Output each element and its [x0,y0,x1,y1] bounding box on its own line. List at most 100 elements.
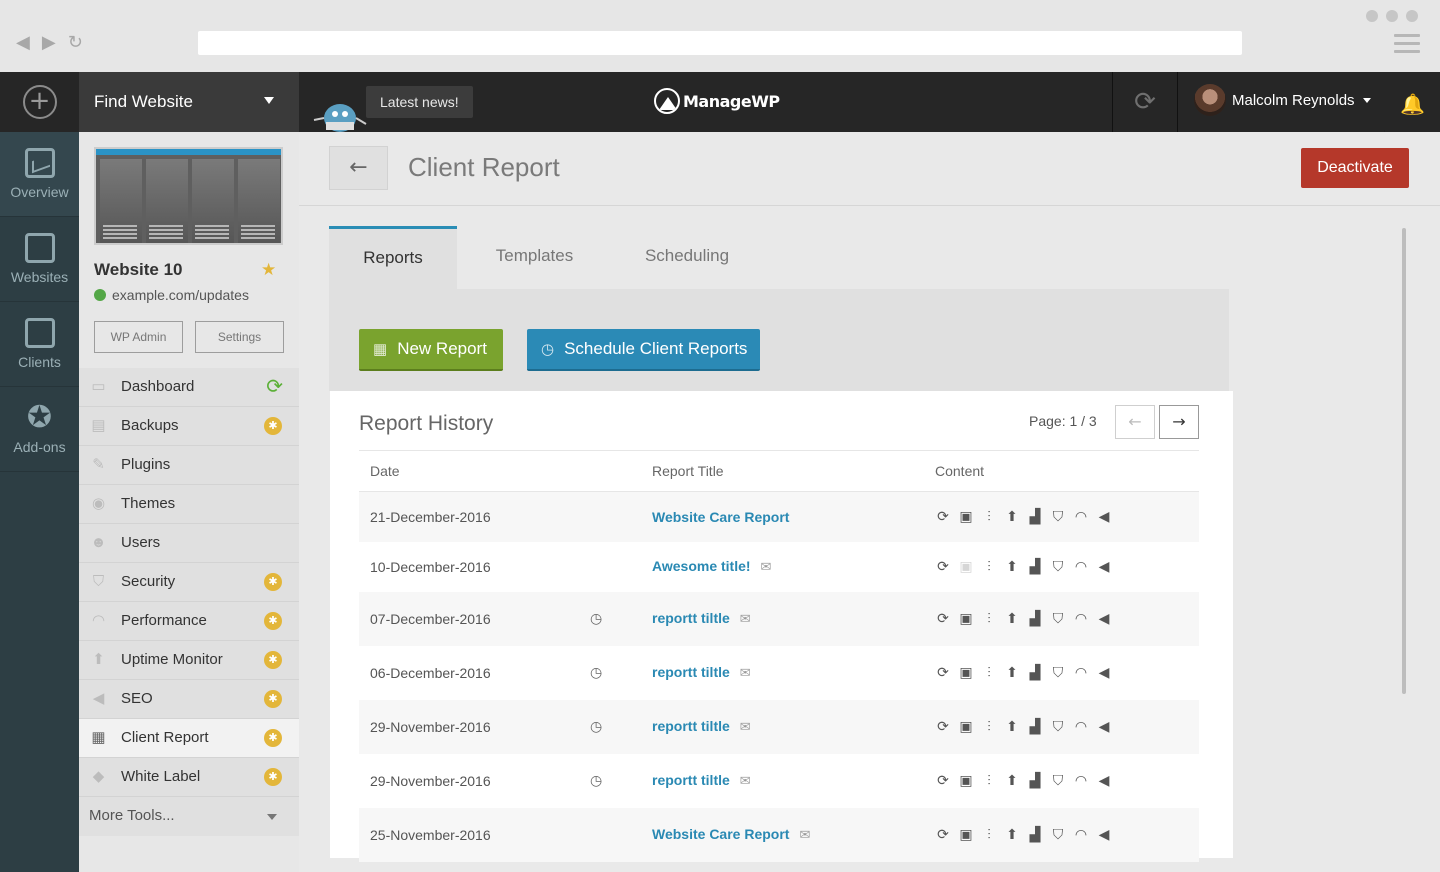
email-sent-icon: ✉ [739,665,751,680]
browser-forward-icon[interactable]: ▶ [42,32,56,54]
seo-icon: ◀ [1098,558,1110,574]
browser-reload-icon[interactable]: ↻ [68,32,83,54]
white-label-icon: ◆ [92,768,105,785]
rail-label: Clients [18,354,61,370]
rail-item-overview[interactable]: Overview [0,132,79,217]
latest-news-button[interactable]: Latest news! [366,86,473,118]
security-icon: ⛉ [1052,558,1064,574]
report-title-link[interactable]: Website Care Report [652,826,789,842]
sidebar-item-label: Security [121,573,176,590]
backup-icon: ▣ [959,558,973,574]
website-url-link[interactable]: example.com/updates [94,287,249,303]
browser-menu-icon[interactable] [1394,34,1420,58]
page-header: ← Client Report Deactivate [299,132,1440,206]
sync-all-button[interactable]: ⟳ [1112,72,1178,132]
deactivate-button[interactable]: Deactivate [1301,148,1409,188]
scheduled-clock-icon: ◷ [590,772,603,788]
security-icon: ⛉ [1052,718,1064,734]
report-history-table: Date Report Title Content 21-December-20… [359,450,1199,862]
addon-badge-icon: ✱ [264,690,282,708]
scrollbar[interactable] [1402,228,1406,694]
sidebar-item-uptime-monitor[interactable]: ⬆ Uptime Monitor ✱ [79,641,299,680]
report-history-card: Report History Page: 1 / 3 ← → Date Repo… [330,391,1233,862]
plugins-icon: ⫶ [987,508,991,525]
sidebar-item-label: Uptime Monitor [121,651,223,668]
website-sidebar: Website 10 ★ example.com/updates WP Admi… [79,132,299,872]
sidebar-item-themes[interactable]: ◉ Themes [79,485,299,524]
sync-icon[interactable]: ⟳ [266,375,283,399]
seo-icon: ◀ [1098,508,1110,525]
next-page-button[interactable]: → [1159,405,1199,439]
main-content: ← Client Report Deactivate Reports Templ… [299,132,1440,872]
table-row[interactable]: 25-November-2016 Website Care Report ✉ ⟳ ▣ ⫶ ⬆… [359,807,1199,862]
security-icon: ⛉ [1052,610,1064,626]
find-website-dropdown[interactable]: Find Website [79,72,299,132]
sidebar-item-backups[interactable]: ▤ Backups ✱ [79,407,299,446]
seo-icon: ◀ [1098,610,1110,626]
new-report-button[interactable]: ▦ New Report [359,329,503,371]
website-tools-menu: ▭ Dashboard ⟳ ▤ Backups ✱ ✎ Plugins ◉ Themes ☻… [79,368,299,836]
sidebar-item-label: Themes [121,495,176,512]
report-title-link[interactable]: Website Care Report [652,509,789,525]
sidebar-item-security[interactable]: ⛉ Security ✱ [79,563,299,602]
table-row[interactable]: 21-December-2016 Website Care Report ⟳ ▣ ⫶ ⬆ ▟… [359,491,1199,542]
add-website-button[interactable]: + [0,72,79,132]
updates-icon: ⟳ [937,772,949,788]
rail-item-clients[interactable]: Clients [0,302,79,387]
report-title-link[interactable]: reportt tiltle [652,772,730,788]
address-bar[interactable] [198,31,1242,55]
performance-icon: ◠ [1074,718,1088,734]
sidebar-item-label: Users [121,534,161,551]
plugins-icon: ⫶ [987,718,991,734]
sidebar-item-plugins[interactable]: ✎ Plugins [79,446,299,485]
window-dots [1366,10,1418,22]
table-row[interactable]: 06-December-2016 ◷ reportt tiltle ✉ ⟳ ▣ ⫶ ⬆ ▟ ⛉ ◠ ◀ [359,646,1199,700]
wp-admin-button[interactable]: WP Admin [94,321,183,353]
browser-back-icon[interactable]: ◀ [16,32,30,54]
more-tools-toggle[interactable]: More Tools... [79,797,299,836]
table-row[interactable]: 10-December-2016 Awesome title! ✉ ⟳ ▣ ⫶ ⬆ ▟ ⛉ ◠ ◀ [359,542,1199,592]
website-thumbnail[interactable] [94,147,283,245]
analytics-icon: ▟ [1029,772,1041,788]
rail-item-websites[interactable]: Websites [0,217,79,302]
analytics-icon: ▟ [1029,558,1041,574]
sidebar-item-label: Backups [121,417,179,434]
sidebar-item-white-label[interactable]: ◆ White Label ✱ [79,758,299,797]
rail-item-addons[interactable]: ✪ Add-ons [0,387,79,472]
column-header-date: Date [359,450,641,492]
sidebar-item-label: White Label [121,768,201,785]
notifications-bell-icon[interactable]: 🔔 [1400,92,1425,116]
tab-reports[interactable]: Reports [329,226,457,289]
sidebar-item-seo[interactable]: ◀ SEO ✱ [79,680,299,719]
sidebar-item-label: Client Report [121,729,209,746]
overview-icon [24,148,55,178]
favorite-star-icon[interactable]: ★ [261,260,276,280]
table-row[interactable]: 29-November-2016 ◷ reportt tiltle ✉ ⟳ ▣ ⫶ ⬆ ▟ ⛉ ◠ ◀ [359,754,1199,808]
email-sent-icon: ✉ [739,773,751,788]
report-title-link[interactable]: reportt tiltle [652,610,730,626]
report-title-link[interactable]: reportt tiltle [652,718,730,734]
sidebar-item-dashboard[interactable]: ▭ Dashboard ⟳ [79,368,299,407]
sidebar-item-client-report[interactable]: ▦ Client Report ✱ [79,719,299,758]
report-title-link[interactable]: reportt tiltle [652,664,730,680]
report-title-link[interactable]: Awesome title! [652,558,751,574]
sidebar-item-users[interactable]: ☻ Users [79,524,299,563]
schedule-client-reports-button[interactable]: ◷ Schedule Client Reports [527,329,760,371]
page-indicator: Page: 1 / 3 [1029,413,1097,429]
back-button[interactable]: ← [329,146,388,190]
addon-badge-icon: ✱ [264,768,282,786]
email-sent-icon: ✉ [739,611,751,626]
backup-icon: ▣ [959,826,973,842]
tab-scheduling[interactable]: Scheduling [612,226,762,289]
previous-page-button[interactable]: ← [1115,405,1155,439]
sidebar-item-performance[interactable]: ◠ Performance ✱ [79,602,299,641]
tab-templates[interactable]: Templates [457,226,612,289]
table-row[interactable]: 07-December-2016 ◷ reportt tiltle ✉ ⟳ ▣ ⫶ ⬆ ▟ ⛉ ◠ ◀ [359,591,1199,646]
plugins-icon: ✎ [92,456,105,473]
user-menu[interactable]: Malcolm Reynolds [1194,84,1371,116]
brand-logo[interactable]: ManageWP [654,88,780,114]
table-row[interactable]: 29-November-2016 ◷ reportt tiltle ✉ ⟳ ▣ ⫶ ⬆ ▟ ⛉ ◠ ◀ [359,699,1199,754]
mascot-icon [313,104,367,132]
settings-button[interactable]: Settings [195,321,284,353]
plugins-icon: ⫶ [987,664,991,680]
